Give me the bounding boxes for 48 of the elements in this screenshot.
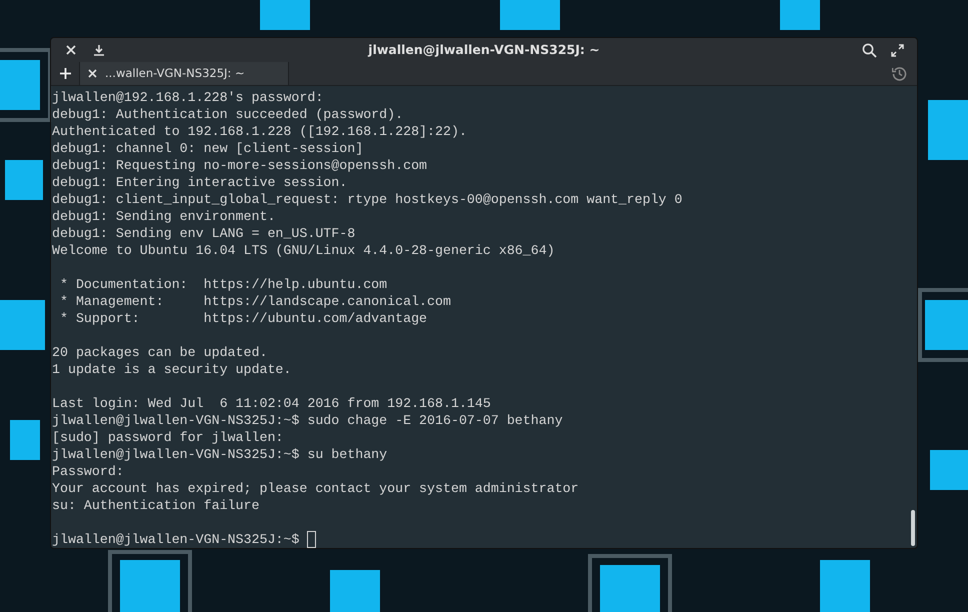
wallpaper-tile xyxy=(0,300,45,350)
window-title: jlwallen@jlwallen-VGN-NS325J: ~ xyxy=(366,40,601,59)
terminal-line: debug1: channel 0: new [client-session] xyxy=(52,141,364,156)
maximize-icon xyxy=(890,44,904,57)
terminal-line: 1 update is a security update. xyxy=(52,362,292,377)
wallpaper-tile xyxy=(500,0,560,30)
terminal-line: jlwallen@jlwallen-VGN-NS325J:~$ sudo chage -E 2016-07-07 bethany xyxy=(52,413,563,428)
terminal-line: 20 packages can be updated. xyxy=(52,345,268,360)
terminal-line: Last login: Wed Jul 6 11:02:04 2016 from 192.168.1.145 xyxy=(52,396,491,411)
wallpaper-tile xyxy=(5,160,43,200)
wallpaper-tile xyxy=(820,560,870,612)
terminal-line: debug1: Sending environment. xyxy=(52,209,276,224)
terminal-line: debug1: Entering interactive session. xyxy=(52,175,348,190)
wallpaper-tile xyxy=(925,300,968,350)
terminal-tab[interactable]: ...wallen-VGN-NS325J: ~ xyxy=(79,62,289,85)
wallpaper-tile xyxy=(120,560,180,612)
terminal-line: * Documentation: https://help.ubuntu.com xyxy=(58,277,388,292)
terminal-line: debug1: Requesting no-more-sessions@openssh.com xyxy=(52,158,428,173)
wallpaper-tile xyxy=(10,420,40,460)
shell-prompt: jlwallen@jlwallen-VGN-NS325J:~$ xyxy=(52,532,300,547)
terminal-line: * Support: https://ubuntu.com/advantage xyxy=(58,311,428,326)
search-icon xyxy=(862,42,876,58)
terminal-line: [sudo] password for jlwallen: xyxy=(52,430,284,445)
terminal-line: * Management: https://landscape.canonical.com xyxy=(58,294,451,309)
wallpaper-tile xyxy=(600,565,660,612)
close-icon xyxy=(66,45,76,56)
terminal-line: Your account has expired; please contact your system administrator xyxy=(52,481,579,496)
text-cursor xyxy=(307,531,316,548)
terminal-line: jlwallen@jlwallen-VGN-NS325J:~$ su bethany xyxy=(52,447,388,462)
wallpaper-tile xyxy=(260,0,310,30)
terminal-line: Authenticated to 192.168.1.228 ([192.168.1.228]:22). xyxy=(52,124,467,139)
wallpaper-tile xyxy=(930,450,968,490)
terminal-line: jlwallen@192.168.1.228's password: xyxy=(52,90,324,105)
terminal-line: debug1: Sending env LANG = en_US.UTF-8 xyxy=(52,226,356,241)
wallpaper-tile xyxy=(928,100,968,160)
wallpaper-tile xyxy=(330,570,380,612)
terminal-line: su: Authentication failure xyxy=(52,498,260,513)
plus-icon xyxy=(60,68,70,80)
history-icon xyxy=(892,66,906,82)
wallpaper-tile xyxy=(780,0,820,30)
terminal-line: Password: xyxy=(52,464,124,479)
close-icon xyxy=(88,69,97,78)
terminal-line: debug1: client_input_global_request: rtype hostkeys-00@openssh.com want_reply 0 xyxy=(52,192,682,207)
terminal-line: debug1: Authentication succeeded (password). xyxy=(52,107,404,122)
download-icon xyxy=(94,44,104,56)
scrollbar-thumb[interactable] xyxy=(911,510,915,546)
wallpaper-tile xyxy=(0,60,40,110)
terminal-line: Welcome to Ubuntu 16.04 LTS (GNU/Linux 4.4.0-28-generic x86_64) xyxy=(52,243,555,258)
